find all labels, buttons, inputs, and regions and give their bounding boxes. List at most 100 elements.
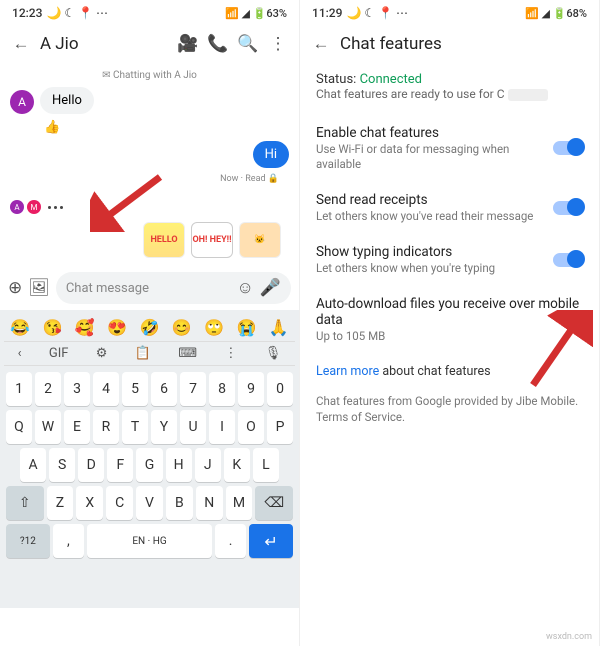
key-v[interactable]: V (136, 486, 163, 520)
key-4[interactable]: 4 (93, 372, 119, 406)
toggle-switch[interactable] (553, 201, 583, 215)
settings-body: Status: Connected Chat features are read… (300, 62, 599, 435)
key-6[interactable]: 6 (151, 372, 177, 406)
key-x[interactable]: X (76, 486, 103, 520)
key-0[interactable]: 0 (267, 372, 293, 406)
key-shift[interactable]: ⇧ (6, 486, 44, 520)
more-icon[interactable]: ⋮ (267, 34, 289, 54)
key-w[interactable]: W (35, 410, 61, 444)
qwerty-row-2: A S D F G H J K L (6, 448, 293, 482)
key-n[interactable]: N (196, 486, 223, 520)
search-icon[interactable]: 🔍 (237, 34, 259, 54)
avatar[interactable]: A (10, 90, 34, 114)
message-input[interactable]: Chat message ☺ 🎤 (56, 272, 291, 304)
emoji-suggestions: 😂 😘 🥰 😍 🤣 😊 🙄 😭 🙏 (4, 314, 295, 341)
key-e[interactable]: E (64, 410, 90, 444)
number-row: 1 2 3 4 5 6 7 8 9 0 (6, 372, 293, 406)
more-icon[interactable]: ⋮ (224, 346, 237, 361)
key-2[interactable]: 2 (35, 372, 61, 406)
key-y[interactable]: Y (151, 410, 177, 444)
key-s[interactable]: S (49, 448, 75, 482)
clipboard-icon[interactable]: 📋 (135, 346, 151, 361)
key-symbols[interactable]: ?12 (6, 524, 50, 558)
gif-button[interactable]: GIF (49, 346, 69, 361)
key-c[interactable]: C (106, 486, 133, 520)
key-backspace[interactable]: ⌫ (255, 486, 293, 520)
emoji[interactable]: 🙄 (204, 318, 224, 337)
key-i[interactable]: I (209, 410, 235, 444)
emoji[interactable]: 🙏 (269, 318, 289, 337)
emoji[interactable]: 🤣 (140, 318, 160, 337)
emoji[interactable]: 🥰 (75, 318, 95, 337)
status-time: 12:23 (12, 6, 42, 20)
emoji[interactable]: 😭 (237, 318, 257, 337)
key-g[interactable]: G (136, 448, 162, 482)
reaction[interactable]: 👍 (44, 120, 289, 135)
key-9[interactable]: 9 (238, 372, 264, 406)
back-icon[interactable]: ← (310, 34, 332, 54)
status-desc: Chat features are ready to use for C (316, 87, 505, 101)
keyboard: 😂 😘 🥰 😍 🤣 😊 🙄 😭 🙏 ‹ GIF ⚙ 📋 ⌨ ⋮ 🎙 (0, 310, 299, 608)
emoji[interactable]: 😂 (10, 318, 30, 337)
status-icons: 🌙 ☾ 📍 ⋯ (346, 6, 408, 20)
key-k[interactable]: K (224, 448, 250, 482)
key-a[interactable]: A (20, 448, 46, 482)
mic-icon[interactable]: 🎙 (265, 346, 282, 361)
setting-enable-chat[interactable]: Enable chat features Use Wi-Fi or data f… (316, 115, 583, 182)
footer-text: Chat features from Google provided by Ji… (316, 393, 583, 425)
mic-icon[interactable]: 🎤 (260, 278, 281, 298)
key-f[interactable]: F (107, 448, 133, 482)
bubble-text[interactable]: Hello (40, 87, 94, 114)
key-enter[interactable]: ↵ (249, 524, 293, 558)
key-q[interactable]: Q (6, 410, 32, 444)
call-icon[interactable]: 📞 (207, 34, 229, 54)
key-h[interactable]: H (166, 448, 192, 482)
setting-desc: Let others know you've read their messag… (316, 209, 543, 224)
gallery-icon[interactable]: 🖼 (28, 278, 50, 298)
collapse-icon[interactable]: ‹ (18, 346, 22, 361)
key-t[interactable]: T (122, 410, 148, 444)
learn-more-text: about chat features (379, 364, 490, 379)
key-period[interactable]: . (215, 524, 246, 558)
toggle-switch[interactable] (553, 253, 583, 267)
bubble-text[interactable]: Hi (253, 141, 289, 168)
status-bar: 12:23 🌙 ☾ 📍 ⋯ 📶 ◢ 🔋63% (0, 0, 299, 26)
key-b[interactable]: B (166, 486, 193, 520)
key-comma[interactable]: , (53, 524, 84, 558)
sticker[interactable]: HELLO (143, 222, 185, 258)
add-icon[interactable]: ⊕ (8, 278, 22, 298)
sticker[interactable]: OH! HEY!! (191, 222, 233, 258)
settings-icon[interactable]: ⚙ (96, 346, 108, 361)
back-icon[interactable]: ← (10, 34, 32, 54)
key-7[interactable]: 7 (180, 372, 206, 406)
keyboard-toolbar: ‹ GIF ⚙ 📋 ⌨ ⋮ 🎙 (4, 341, 295, 366)
keyboard-icon[interactable]: ⌨ (178, 346, 197, 361)
key-j[interactable]: J (195, 448, 221, 482)
setting-typing-indicators[interactable]: Show typing indicators Let others know w… (316, 234, 583, 286)
sticker[interactable]: 🐱 (239, 222, 281, 258)
key-1[interactable]: 1 (6, 372, 32, 406)
learn-more-link[interactable]: Learn more (316, 364, 379, 379)
key-u[interactable]: U (180, 410, 206, 444)
key-z[interactable]: Z (47, 486, 74, 520)
key-5[interactable]: 5 (122, 372, 148, 406)
key-p[interactable]: P (267, 410, 293, 444)
key-d[interactable]: D (78, 448, 104, 482)
key-m[interactable]: M (226, 486, 253, 520)
key-r[interactable]: R (93, 410, 119, 444)
key-8[interactable]: 8 (209, 372, 235, 406)
emoji[interactable]: 😘 (43, 318, 63, 337)
toggle-switch[interactable] (553, 141, 583, 155)
emoji-icon[interactable]: ☺ (236, 278, 253, 298)
key-3[interactable]: 3 (64, 372, 90, 406)
setting-read-receipts[interactable]: Send read receipts Let others know you'v… (316, 182, 583, 234)
setting-auto-download[interactable]: Auto-download files you receive over mob… (316, 286, 583, 354)
status-icons: 🌙 ☾ 📍 ⋯ (46, 6, 108, 20)
key-o[interactable]: O (238, 410, 264, 444)
key-l[interactable]: L (253, 448, 279, 482)
video-call-icon[interactable]: 🎥 (177, 34, 199, 54)
emoji[interactable]: 😍 (107, 318, 127, 337)
key-space[interactable]: EN · HG (87, 524, 212, 558)
chat-title[interactable]: A Jio (40, 34, 169, 54)
emoji[interactable]: 😊 (172, 318, 192, 337)
